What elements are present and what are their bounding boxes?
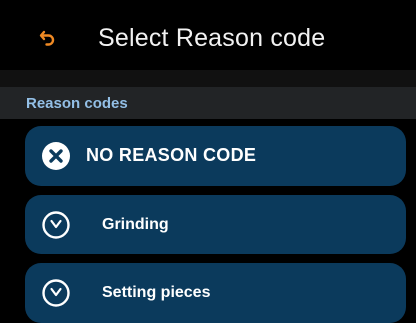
reason-item-label: Setting pieces xyxy=(102,284,211,301)
reason-item-label: Grinding xyxy=(102,216,169,233)
section-label: Reason codes xyxy=(26,95,128,112)
reason-item-label: NO REASON CODE xyxy=(86,145,257,165)
page-title: Select Reason code xyxy=(98,24,326,52)
clock-icon xyxy=(42,279,70,307)
section-header: Reason codes xyxy=(0,87,416,119)
reason-item-setting-pieces[interactable]: Setting pieces xyxy=(25,263,406,323)
clock-icon xyxy=(42,211,70,239)
reason-item-no-reason-code[interactable]: NO REASON CODE xyxy=(25,126,406,186)
close-circle-icon xyxy=(42,142,70,170)
header-divider xyxy=(0,70,416,87)
top-bar: Select Reason code xyxy=(0,0,416,70)
undo-arrow-icon[interactable] xyxy=(36,26,60,50)
app-screen: Select Reason code Reason codes NO REASO… xyxy=(0,0,416,323)
reason-item-grinding[interactable]: Grinding xyxy=(25,195,406,254)
